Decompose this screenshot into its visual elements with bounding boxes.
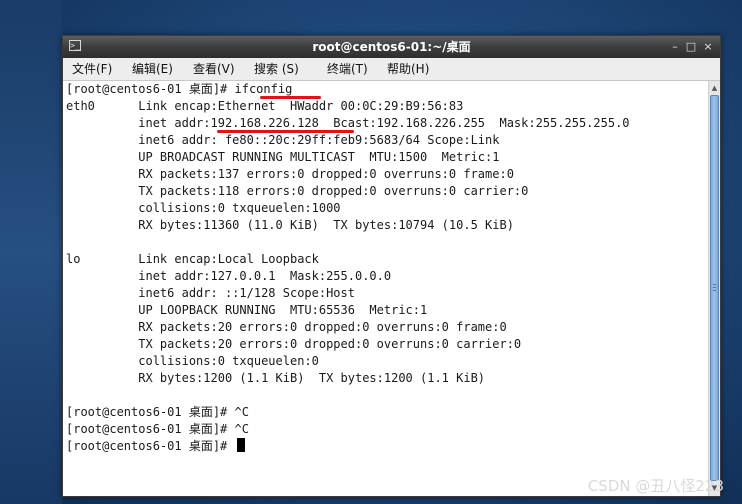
terminal-line: lo Link encap:Local Loopback (66, 252, 319, 266)
scroll-grip-icon (713, 290, 716, 291)
terminal-line: TX packets:20 errors:0 dropped:0 overrun… (66, 337, 522, 351)
terminal-line: TX packets:118 errors:0 dropped:0 overru… (66, 184, 529, 198)
annotation-underline-ip-address (217, 130, 354, 133)
annotation-underline-command (260, 96, 321, 99)
terminal-line: inet addr:127.0.0.1 Mask:255.0.0.0 (66, 269, 392, 283)
terminal-window: >_ root@centos6-01:~/桌面 – □ × 文件(F) 编辑(E… (62, 35, 721, 497)
terminal-prompt-line: [root@centos6-01 桌面]# (66, 438, 245, 455)
terminal-output[interactable]: [root@centos6-01 桌面]# ifconfig eth0 Link… (63, 81, 708, 496)
terminal-line: [root@centos6-01 桌面]# ifconfig (66, 82, 293, 96)
terminal-line: UP BROADCAST RUNNING MULTICAST MTU:1500 … (66, 150, 500, 164)
terminal-line: UP LOOPBACK RUNNING MTU:65536 Metric:1 (66, 303, 428, 317)
close-button[interactable]: × (701, 40, 715, 54)
window-title: root@centos6-01:~/桌面 (312, 40, 471, 54)
vertical-scrollbar[interactable]: ▲ ▼ (708, 81, 720, 496)
scroll-thumb[interactable] (710, 95, 719, 481)
title-bar[interactable]: >_ root@centos6-01:~/桌面 – □ × (63, 36, 720, 58)
minimize-button[interactable]: – (668, 40, 682, 54)
menu-bar: 文件(F) 编辑(E) 查看(V) 搜索 (S) 终端(T) 帮助(H) (63, 58, 720, 81)
maximize-button[interactable]: □ (684, 40, 698, 54)
menu-help[interactable]: 帮助(H) (387, 62, 429, 77)
terminal-line: RX packets:20 errors:0 dropped:0 overrun… (66, 320, 507, 334)
menu-file[interactable]: 文件(F) (72, 62, 112, 77)
watermark: CSDN @丑八怪223 (587, 477, 724, 495)
terminal-line: collisions:0 txqueuelen:1000 (66, 201, 341, 215)
terminal-line: inet6 addr: fe80::20c:29ff:feb9:5683/64 … (66, 133, 500, 147)
terminal-line: eth0 Link encap:Ethernet HWaddr 00:0C:29… (66, 99, 464, 113)
desktop-background (0, 0, 62, 504)
scroll-grip-icon (713, 284, 716, 285)
terminal-line: RX packets:137 errors:0 dropped:0 overru… (66, 167, 514, 181)
terminal-line: [root@centos6-01 桌面]# ^C (66, 405, 249, 419)
terminal-line: inet6 addr: ::1/128 Scope:Host (66, 286, 355, 300)
scroll-up-icon[interactable]: ▲ (709, 82, 720, 94)
scroll-grip-icon (713, 287, 716, 288)
terminal-line: [root@centos6-01 桌面]# ^C (66, 422, 249, 436)
menu-search[interactable]: 搜索 (S) (254, 62, 299, 77)
menu-edit[interactable]: 编辑(E) (132, 62, 173, 77)
menu-terminal[interactable]: 终端(T) (327, 62, 368, 77)
text-cursor (236, 438, 245, 452)
terminal-line: RX bytes:1200 (1.1 KiB) TX bytes:1200 (1… (66, 371, 486, 385)
terminal-prompt: [root@centos6-01 桌面]# (66, 439, 235, 453)
terminal-line: RX bytes:11360 (11.0 KiB) TX bytes:10794… (66, 218, 514, 232)
terminal-line: collisions:0 txqueuelen:0 (66, 354, 319, 368)
menu-view[interactable]: 查看(V) (193, 62, 235, 77)
